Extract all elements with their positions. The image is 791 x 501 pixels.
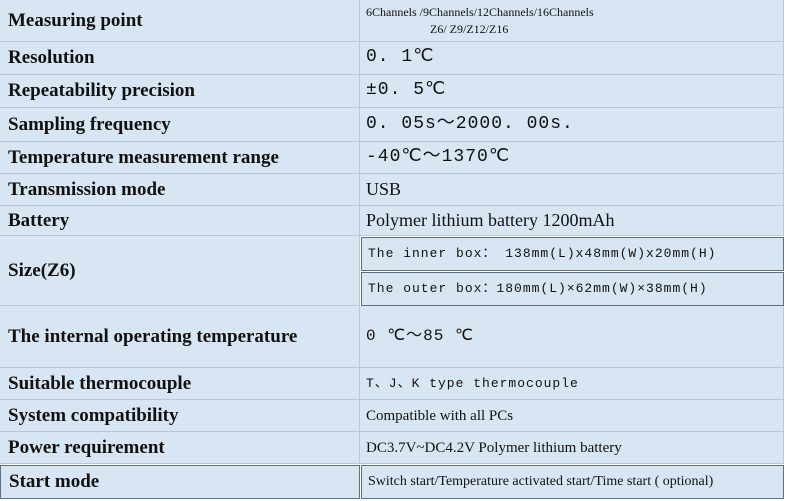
label-measuring-point: Measuring point	[0, 0, 360, 42]
label-battery: Battery	[0, 206, 360, 236]
value-internal-operating-temperature: 0 ℃～85 ℃	[360, 306, 784, 368]
label-suitable-thermocouple: Suitable thermocouple	[0, 368, 360, 400]
value-repeatability-precision: ±0. 5℃	[360, 75, 784, 108]
label-start-mode: Start mode	[0, 465, 360, 499]
label-temperature-measurement-range: Temperature measurement range	[0, 142, 360, 174]
label-system-compatibility: System compatibility	[0, 400, 360, 432]
label-size-z6: Size(Z6)	[0, 236, 360, 306]
label-transmission-mode: Transmission mode	[0, 174, 360, 206]
label-resolution: Resolution	[0, 42, 360, 75]
value-power-requirement: DC3.7V~DC4.2V Polymer lithium battery	[360, 432, 784, 464]
value-battery: Polymer lithium battery 1200mAh	[360, 206, 784, 236]
value-measuring-point: 6Channels /9Channels/12Channels/16Channe…	[360, 0, 784, 42]
value-suitable-thermocouple: T、J、K type thermocouple	[360, 368, 784, 400]
value-size-inner-box: The inner box： 138mm(L)x48mm(W)x20mm(H)	[361, 237, 784, 271]
value-start-mode: Switch start/Temperature activated start…	[361, 465, 784, 499]
value-system-compatibility: Compatible with all PCs	[360, 400, 784, 432]
label-power-requirement: Power requirement	[0, 432, 360, 464]
value-resolution: 0. 1℃	[360, 42, 784, 75]
measuring-point-models: Z6/ Z9/Z12/Z16	[430, 21, 509, 36]
label-internal-operating-temperature: The internal operating temperature	[0, 306, 360, 368]
spec-table: Measuring point 6Channels /9Channels/12C…	[0, 0, 791, 501]
value-transmission-mode: USB	[360, 174, 784, 206]
measuring-point-channels: 6Channels /9Channels/12Channels/16Channe…	[366, 5, 594, 20]
value-temperature-measurement-range: -40℃～1370℃	[360, 142, 784, 174]
label-repeatability-precision: Repeatability precision	[0, 75, 360, 108]
value-size-outer-box: The outer box：180mm(L)×62mm(W)×38mm(H)	[361, 272, 784, 306]
label-sampling-frequency: Sampling frequency	[0, 108, 360, 142]
value-sampling-frequency: 0. 05s～2000. 00s.	[360, 108, 784, 142]
